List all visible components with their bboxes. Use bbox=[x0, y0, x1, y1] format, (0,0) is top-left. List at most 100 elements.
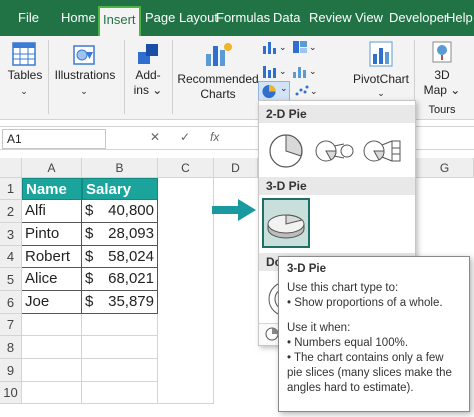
chevron-down-icon: ⌄ bbox=[310, 86, 318, 96]
row-header-8[interactable]: 8 bbox=[0, 336, 22, 359]
scatter-chart-icon[interactable] bbox=[294, 84, 310, 98]
addins-icon bbox=[138, 44, 158, 64]
table-cell-name[interactable]: Alfi bbox=[22, 200, 82, 223]
tab-page-layout[interactable]: Page Layout bbox=[145, 0, 218, 36]
map-label: Map ⌄ bbox=[423, 83, 461, 97]
charts-label: Charts bbox=[200, 87, 236, 101]
chevron-down-icon: ⌄ bbox=[377, 88, 385, 98]
table-cell-salary[interactable]: $58,024 bbox=[82, 246, 158, 268]
tab-developer[interactable]: Developer bbox=[389, 0, 448, 36]
column-header-a[interactable]: A bbox=[22, 158, 82, 178]
tours-group-label: Tours bbox=[428, 104, 456, 116]
tab-view[interactable]: View bbox=[355, 0, 383, 36]
cell[interactable] bbox=[22, 336, 82, 359]
recommended-charts-button[interactable]: Recommended Charts bbox=[176, 36, 260, 120]
tab-review[interactable]: Review bbox=[309, 0, 352, 36]
table-header-salary[interactable]: Salary bbox=[82, 178, 158, 200]
cancel-icon[interactable]: ✕ bbox=[150, 130, 160, 144]
table-header-name[interactable]: Name bbox=[22, 178, 82, 200]
chevron-down-icon: ⌄ bbox=[309, 42, 317, 52]
chevron-down-icon: ⌄ bbox=[309, 66, 317, 76]
table-cell-name[interactable]: Robert bbox=[22, 246, 82, 268]
cell[interactable] bbox=[82, 359, 158, 382]
select-all-corner[interactable] bbox=[0, 158, 22, 178]
row-header-5[interactable]: 5 bbox=[0, 268, 22, 291]
recommended-charts-icon bbox=[206, 43, 232, 66]
table-cell-salary[interactable]: $68,021 bbox=[82, 268, 158, 291]
row-header-1[interactable]: 1 bbox=[0, 178, 22, 200]
row-header-6[interactable]: 6 bbox=[0, 291, 22, 314]
table-cell-name[interactable]: Pinto bbox=[22, 223, 82, 246]
globe-icon bbox=[432, 41, 452, 63]
statistic-chart-icon[interactable] bbox=[292, 64, 308, 78]
table-cell-salary[interactable]: $40,800 bbox=[82, 200, 158, 223]
column-header-c[interactable]: C bbox=[158, 158, 214, 178]
ribbon-tab-bar: File Home Insert Page Layout Formulas Da… bbox=[0, 0, 474, 36]
illustrations-label: Illustrations bbox=[54, 68, 116, 82]
cell[interactable] bbox=[22, 359, 82, 382]
bar-of-pie-icon bbox=[363, 140, 401, 162]
table-cell-name[interactable]: Joe bbox=[22, 291, 82, 314]
tab-file[interactable]: File bbox=[18, 0, 39, 36]
tab-help[interactable]: Help bbox=[446, 0, 473, 36]
line-chart-icon[interactable] bbox=[262, 64, 278, 78]
tooltip-title: 3-D Pie bbox=[287, 263, 326, 275]
illustrations-button[interactable]: Illustrations ⌄ bbox=[52, 36, 118, 120]
row-header-2[interactable]: 2 bbox=[0, 200, 22, 223]
addins-label-2: ins ⌄ bbox=[133, 83, 163, 97]
cell[interactable] bbox=[82, 336, 158, 359]
chevron-down-icon: ⌄ bbox=[20, 86, 28, 96]
tab-data[interactable]: Data bbox=[273, 0, 300, 36]
table-icon bbox=[12, 42, 36, 66]
tooltip-text: • Numbers equal 100%. bbox=[287, 337, 409, 349]
tooltip-text: Use it when: bbox=[287, 322, 351, 334]
3d-pie-option[interactable] bbox=[262, 198, 310, 248]
pie-chart-icon bbox=[265, 327, 279, 341]
insert-function-icon[interactable]: fx bbox=[210, 130, 219, 144]
bar-of-pie-option[interactable] bbox=[361, 127, 403, 175]
chart-type-tooltip: 3-D Pie Use this chart type to: • Show p… bbox=[278, 256, 470, 412]
tab-insert[interactable]: Insert bbox=[98, 6, 141, 36]
3d-label: 3D bbox=[434, 68, 450, 82]
table-cell-salary[interactable]: $28,093 bbox=[82, 223, 158, 246]
row-header-7[interactable]: 7 bbox=[0, 314, 22, 336]
chevron-down-icon: ⌄ bbox=[280, 83, 288, 93]
cell[interactable] bbox=[22, 314, 82, 336]
tab-formulas[interactable]: Formulas bbox=[216, 0, 270, 36]
cell[interactable] bbox=[82, 314, 158, 336]
section-3d-pie: 3-D Pie bbox=[259, 177, 415, 195]
column-header-b[interactable]: B bbox=[82, 158, 158, 178]
3d-pie-icon bbox=[267, 214, 305, 239]
tooltip-text: • The chart contains only a few pie slic… bbox=[287, 352, 452, 394]
pie-chart-button[interactable]: ⌄ bbox=[258, 81, 290, 101]
tooltip-text: • Show proportions of a whole. bbox=[287, 297, 443, 309]
arrow-right-icon bbox=[212, 199, 256, 221]
column-chart-icon[interactable] bbox=[262, 40, 278, 54]
name-box[interactable]: A1 bbox=[2, 129, 106, 149]
cell[interactable] bbox=[82, 382, 158, 404]
3d-map-button[interactable]: 3D Map ⌄ Tours bbox=[418, 36, 466, 120]
row-header-10[interactable]: 10 bbox=[0, 382, 22, 404]
column-c-cells[interactable] bbox=[158, 178, 214, 404]
chevron-down-icon: ⌄ bbox=[279, 66, 287, 76]
section-2d-pie: 2-D Pie bbox=[259, 105, 415, 123]
addins-button[interactable]: Add- ins ⌄ bbox=[128, 36, 168, 120]
row-header-9[interactable]: 9 bbox=[0, 359, 22, 382]
pie-of-pie-option[interactable] bbox=[313, 127, 355, 175]
enter-icon[interactable]: ✓ bbox=[180, 130, 190, 144]
row-header-4[interactable]: 4 bbox=[0, 246, 22, 268]
row-header-3[interactable]: 3 bbox=[0, 223, 22, 246]
hierarchy-chart-icon[interactable] bbox=[292, 40, 308, 54]
pie-of-pie-icon bbox=[315, 140, 354, 162]
chevron-down-icon: ⌄ bbox=[80, 86, 88, 96]
column-header-d[interactable]: D bbox=[214, 158, 258, 178]
pie-option[interactable] bbox=[265, 127, 307, 175]
chevron-down-icon: ⌄ bbox=[279, 42, 287, 52]
column-header-g[interactable]: G bbox=[416, 158, 474, 178]
table-cell-salary[interactable]: $35,879 bbox=[82, 291, 158, 314]
tables-button[interactable]: Tables ⌄ bbox=[4, 36, 44, 120]
table-cell-name[interactable]: Alice bbox=[22, 268, 82, 291]
shapes-icon bbox=[73, 45, 95, 65]
cell[interactable] bbox=[22, 382, 82, 404]
tab-home[interactable]: Home bbox=[61, 0, 96, 36]
